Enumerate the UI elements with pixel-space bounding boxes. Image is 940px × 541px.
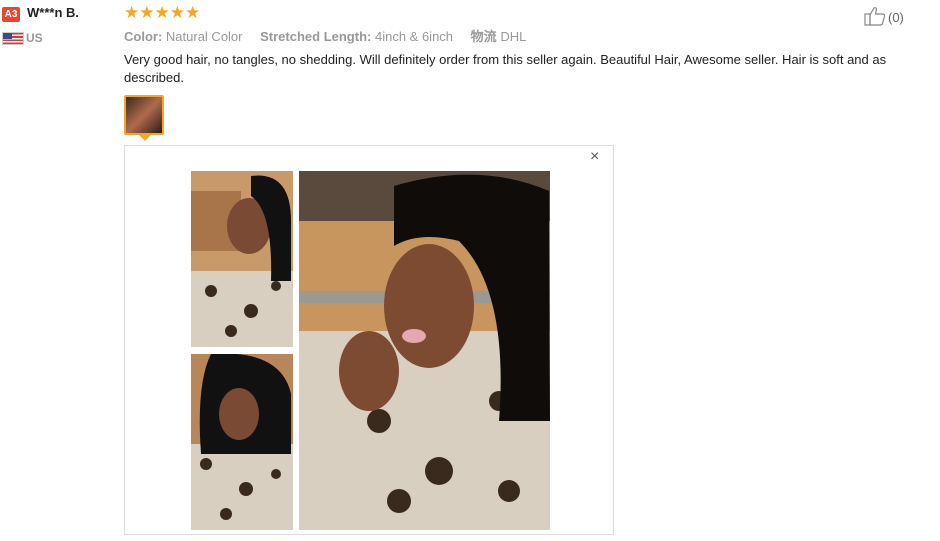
rating-stars: ★★★★★ [124, 3, 201, 22]
color-label: Color: [124, 29, 163, 44]
review-photo-thumbnail[interactable] [124, 95, 164, 135]
review-photo[interactable] [191, 171, 293, 347]
color-value: Natural Color [165, 29, 243, 44]
shipping-label: 物流 [470, 29, 497, 44]
review-photo[interactable] [191, 354, 293, 530]
us-flag-icon [2, 32, 24, 45]
reviewer-level-badge: A3 [2, 7, 20, 22]
reviewer-name: W***n B. [27, 5, 79, 20]
thumbs-up-icon[interactable] [864, 6, 886, 29]
shipping-value: DHL [500, 29, 527, 44]
length-label: Stretched Length: [260, 29, 372, 44]
helpful-count: (0) [888, 10, 904, 25]
review-photo-large[interactable] [299, 171, 550, 530]
close-icon[interactable]: × [590, 148, 599, 166]
helpful-button[interactable]: (0) [864, 6, 904, 29]
review-text: Very good hair, no tangles, no shedding.… [124, 52, 887, 85]
review-attributes: Color: Natural Color Stretched Length: 4… [124, 26, 540, 45]
length-value: 4inch & 6inch [374, 29, 454, 44]
thumbnail-indicator-arrow [139, 135, 151, 141]
reviewer-country: US [26, 31, 43, 45]
